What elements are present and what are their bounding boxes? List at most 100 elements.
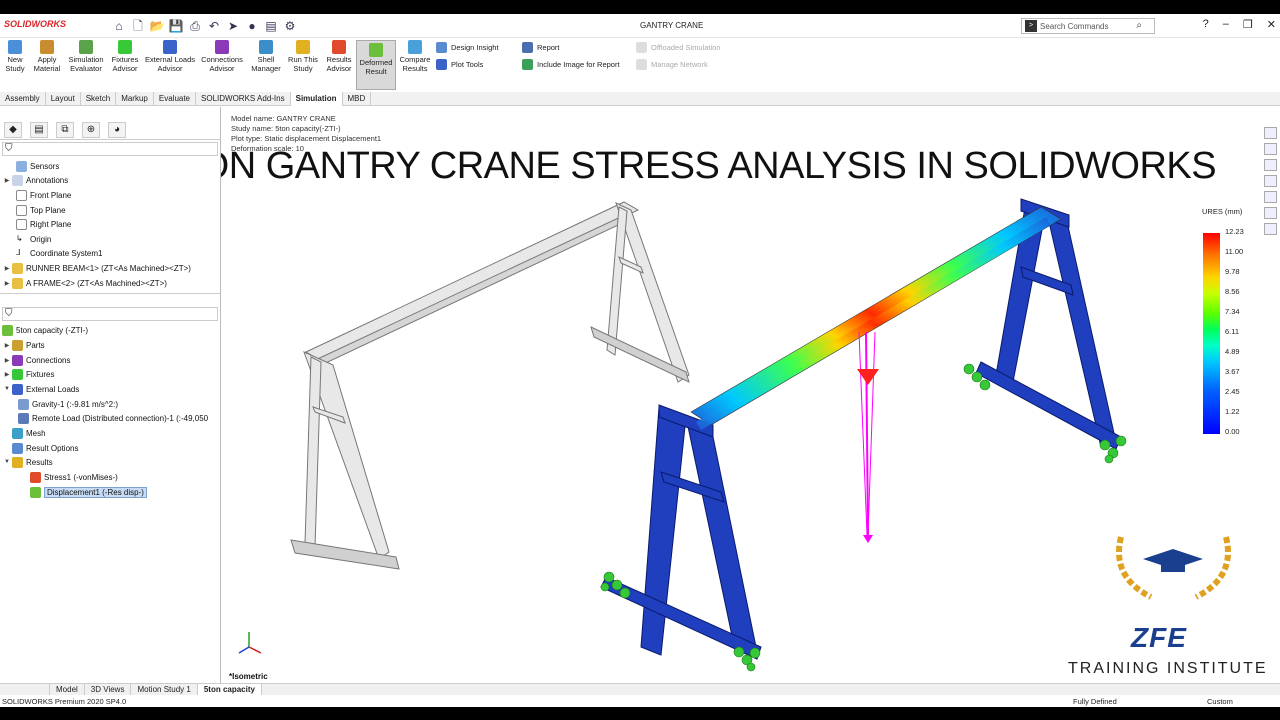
tree-item-a-frame[interactable]: ▶ A FRAME<2> (ZT<As Machined><ZT>) bbox=[2, 276, 167, 290]
tab-layout[interactable]: Layout bbox=[46, 92, 81, 106]
design-insight-button[interactable]: Design Insight bbox=[436, 42, 499, 53]
print-icon[interactable]: ⎙ bbox=[186, 18, 204, 34]
overlay-title: 5TON GANTRY CRANE STRESS ANALYSIS IN SOL… bbox=[221, 145, 1217, 187]
solidworks-logo[interactable]: SOLIDWORKS bbox=[4, 19, 66, 29]
file-properties-icon[interactable]: ▤ bbox=[262, 18, 280, 34]
tab-scroll-arrows[interactable] bbox=[0, 684, 50, 695]
plot-tools-button[interactable]: Plot Tools bbox=[436, 59, 483, 70]
tab-study[interactable]: 5ton capacity bbox=[197, 684, 262, 695]
tree-item-front-plane[interactable]: Front Plane bbox=[6, 188, 71, 202]
tree-item-right-plane[interactable]: Right Plane bbox=[6, 217, 71, 231]
help-icon[interactable]: ? bbox=[1203, 18, 1209, 31]
btn-label: Apply Material bbox=[33, 55, 61, 73]
undo-icon[interactable]: ↶ bbox=[205, 18, 223, 34]
tab-3d-views[interactable]: 3D Views bbox=[85, 684, 132, 695]
tree-item-sensors[interactable]: Sensors bbox=[6, 159, 59, 173]
design-library-icon[interactable] bbox=[1264, 143, 1277, 155]
study-item-displacement1[interactable]: Displacement1 (-Res disp-) bbox=[30, 485, 147, 499]
item-label: Remote Load (Distributed connection)-1 (… bbox=[32, 413, 209, 423]
item-label: A FRAME<2> (ZT<As Machined><ZT>) bbox=[26, 278, 167, 288]
tree-item-origin[interactable]: ↳ Origin bbox=[6, 232, 51, 246]
tab-assembly[interactable]: Assembly bbox=[0, 92, 46, 106]
external-loads-advisor-button[interactable]: External Loads Advisor bbox=[144, 40, 196, 73]
search-commands-input[interactable]: > Search Commands ⌕ bbox=[1021, 18, 1155, 34]
connections-advisor-button[interactable]: Connections Advisor bbox=[199, 40, 245, 73]
btn-label: Design Insight bbox=[451, 43, 499, 52]
study-item-remote-load[interactable]: Remote Load (Distributed connection)-1 (… bbox=[18, 411, 208, 425]
simulation-evaluator-button[interactable]: Simulation Evaluator bbox=[67, 40, 105, 73]
file-explorer-icon[interactable] bbox=[1264, 159, 1277, 171]
tree-item-annotations[interactable]: ▶ Annotations bbox=[2, 173, 68, 187]
fixtures-advisor-button[interactable]: Fixtures Advisor bbox=[109, 40, 141, 73]
study-tree-filter[interactable]: ⛉ bbox=[2, 307, 218, 321]
tab-sketch[interactable]: Sketch bbox=[81, 92, 117, 106]
apply-material-button[interactable]: Apply Material bbox=[31, 40, 63, 73]
home-icon[interactable]: ⌂ bbox=[110, 18, 128, 34]
study-item-fixtures[interactable]: ▶ Fixtures bbox=[2, 367, 54, 381]
study-item-parts[interactable]: ▶ Parts bbox=[2, 338, 45, 352]
study-item-result-options[interactable]: Result Options bbox=[2, 441, 78, 455]
run-study-button[interactable]: Run This Study bbox=[287, 40, 319, 73]
evaluator-icon bbox=[79, 40, 93, 54]
select-icon[interactable]: ➤ bbox=[224, 18, 242, 34]
compare-results-button[interactable]: Compare Results bbox=[399, 40, 431, 73]
close-icon[interactable]: ✕ bbox=[1267, 18, 1276, 31]
report-button[interactable]: Report bbox=[522, 42, 560, 53]
btn-label: Include Image for Report bbox=[537, 60, 620, 69]
status-state: Fully Defined bbox=[1073, 697, 1117, 706]
new-file-icon[interactable]: 🗋 bbox=[129, 18, 147, 34]
tab-evaluate[interactable]: Evaluate bbox=[154, 92, 197, 106]
item-label: Fixtures bbox=[26, 369, 55, 379]
dimxpert-icon[interactable]: ⊕ bbox=[82, 122, 100, 138]
deformed-result-button[interactable]: Deformed Result bbox=[356, 40, 396, 90]
appearances-icon[interactable] bbox=[1264, 191, 1277, 203]
tab-simulation[interactable]: Simulation bbox=[290, 92, 343, 106]
offloaded-simulation-button[interactable]: Offloaded Simulation bbox=[636, 42, 721, 53]
resources-icon[interactable] bbox=[1264, 127, 1277, 139]
legend-color-bar[interactable] bbox=[1203, 233, 1220, 434]
rebuild-icon[interactable]: ● bbox=[243, 18, 261, 34]
black-bottom-strip bbox=[0, 707, 1280, 720]
include-image-button[interactable]: Include Image for Report bbox=[522, 59, 620, 70]
open-icon[interactable]: 📂 bbox=[148, 18, 166, 34]
tree-item-coordinate-system[interactable]: ⅃ Coordinate System1 bbox=[6, 246, 102, 260]
tab-model[interactable]: Model bbox=[50, 684, 85, 695]
study-item-gravity[interactable]: Gravity-1 (:-9.81 m/s^2:) bbox=[18, 397, 118, 411]
tab-addins[interactable]: SOLIDWORKS Add-Ins bbox=[196, 92, 291, 106]
manage-network-button[interactable]: Manage Network bbox=[636, 59, 708, 70]
results-folder-icon bbox=[12, 456, 23, 468]
property-manager-icon[interactable]: ▤ bbox=[30, 122, 48, 138]
restore-icon[interactable]: ❐ bbox=[1243, 18, 1253, 31]
bottom-tabs: Model 3D Views Motion Study 1 5ton capac… bbox=[0, 683, 1280, 695]
results-advisor-button[interactable]: Results Advisor bbox=[323, 40, 355, 73]
new-study-button[interactable]: New Study bbox=[3, 40, 27, 73]
study-item-connections[interactable]: ▶ Connections bbox=[2, 353, 70, 367]
legend-values: 12.23 11.00 9.78 8.56 7.34 6.11 4.89 3.6… bbox=[1225, 227, 1244, 447]
save-icon[interactable]: 💾 bbox=[167, 18, 185, 34]
shell-manager-button[interactable]: Shell Manager bbox=[248, 40, 284, 73]
panel-divider[interactable] bbox=[0, 293, 220, 294]
view-palette-icon[interactable] bbox=[1264, 175, 1277, 187]
tab-markup[interactable]: Markup bbox=[116, 92, 154, 106]
study-item-external-loads[interactable]: ▼ External Loads bbox=[2, 382, 79, 396]
study-item-stress1[interactable]: Stress1 (-vonMises-) bbox=[30, 470, 118, 484]
feature-manager-icon[interactable]: ◆ bbox=[4, 122, 22, 138]
study-tree-title[interactable]: 5ton capacity (-ZTI-) bbox=[2, 323, 88, 337]
tab-motion-study[interactable]: Motion Study 1 bbox=[131, 684, 198, 695]
btn-label: Shell Manager bbox=[251, 55, 281, 73]
study-item-mesh[interactable]: Mesh bbox=[2, 426, 46, 440]
forum-icon[interactable] bbox=[1264, 223, 1277, 235]
tab-mbd[interactable]: MBD bbox=[343, 92, 372, 106]
study-item-results[interactable]: ▼ Results bbox=[2, 455, 53, 469]
custom-properties-icon[interactable] bbox=[1264, 207, 1277, 219]
graphics-area[interactable]: Model name: GANTRY CRANE Study name: 5to… bbox=[221, 107, 1280, 683]
tree-filter[interactable]: ⛉ bbox=[2, 142, 218, 156]
tree-item-runner-beam[interactable]: ▶ RUNNER BEAM<1> (ZT<As Machined><ZT>) bbox=[2, 261, 191, 275]
configuration-manager-icon[interactable]: ⧉ bbox=[56, 122, 74, 138]
options-gear-icon[interactable]: ⚙ bbox=[281, 18, 299, 34]
minimize-icon[interactable]: – bbox=[1223, 18, 1229, 31]
tree-item-top-plane[interactable]: Top Plane bbox=[6, 203, 66, 217]
search-icon[interactable]: ⌕ bbox=[1136, 20, 1142, 31]
display-manager-icon[interactable]: ◕ bbox=[108, 122, 126, 138]
units-selector[interactable]: Custom bbox=[1207, 697, 1233, 706]
